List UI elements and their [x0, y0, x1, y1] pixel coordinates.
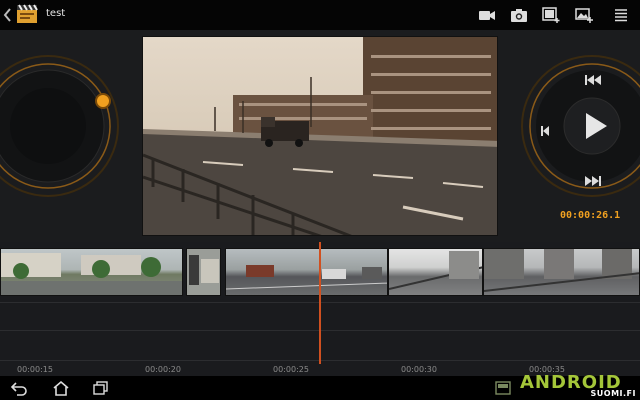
jog-dial[interactable]: [0, 54, 120, 198]
watermark-sub: SUOMI.FI: [590, 389, 636, 398]
back-icon[interactable]: [10, 380, 28, 396]
playhead[interactable]: [319, 242, 321, 364]
ruler-label: 00:00:30: [401, 365, 437, 374]
current-timecode: 00:00:26.1: [560, 210, 621, 221]
photo-camera-icon[interactable]: [510, 7, 528, 23]
add-image-icon[interactable]: [575, 7, 593, 23]
clapperboard-icon: [16, 4, 38, 24]
skip-previous-icon[interactable]: [584, 71, 602, 85]
project-title: test: [46, 8, 66, 19]
video-preview[interactable]: [142, 36, 498, 236]
action-bar: test: [0, 0, 640, 30]
timeline-clip[interactable]: [186, 248, 221, 296]
transport-dial: [520, 54, 640, 198]
timeline-clip[interactable]: [388, 248, 483, 296]
add-media-icon[interactable]: [542, 7, 560, 23]
skip-next-icon[interactable]: [584, 172, 602, 186]
watermark-logo: ANDROID SUOMI.FI: [520, 372, 638, 400]
back-chevron-icon[interactable]: [2, 7, 12, 23]
ruler-label: 00:00:20: [145, 365, 181, 374]
timeline-clip[interactable]: [0, 248, 183, 296]
ruler-label: 00:00:15: [17, 365, 53, 374]
jog-dial-handle[interactable]: [95, 93, 111, 109]
timeline-clip[interactable]: [225, 248, 388, 296]
screenshot-icon[interactable]: [494, 380, 512, 396]
menu-icon[interactable]: [612, 7, 630, 23]
home-icon[interactable]: [52, 380, 70, 396]
play-icon[interactable]: [583, 111, 609, 141]
ruler-label: 00:00:25: [273, 365, 309, 374]
recent-apps-icon[interactable]: [92, 380, 110, 396]
step-back-icon[interactable]: [540, 122, 550, 136]
video-camera-icon[interactable]: [478, 7, 496, 23]
timeline-clip[interactable]: [483, 248, 640, 296]
